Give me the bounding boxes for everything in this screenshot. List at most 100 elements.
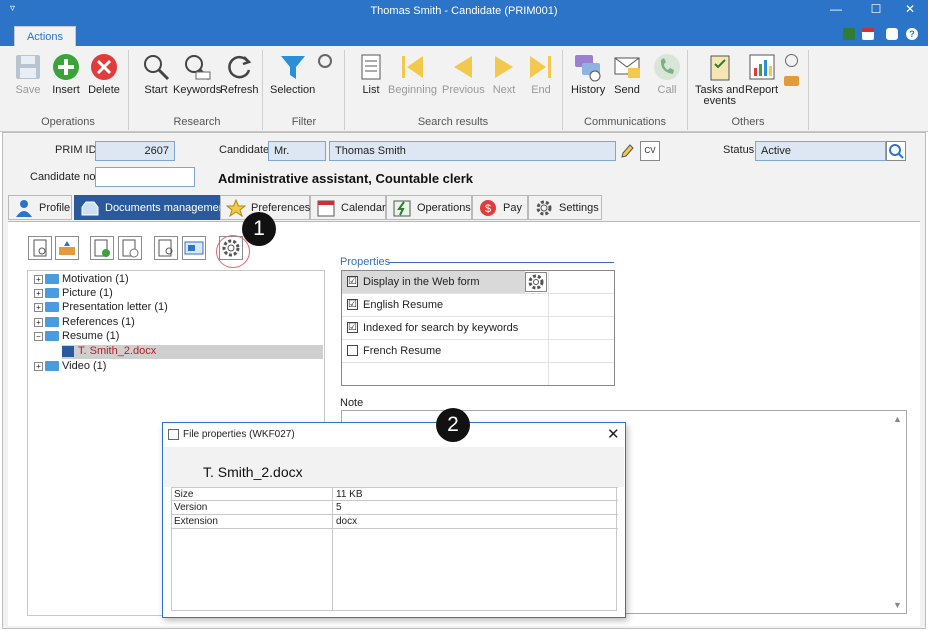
status-search-icon[interactable] bbox=[886, 141, 906, 161]
delete-button[interactable]: Delete bbox=[88, 52, 120, 96]
property-row[interactable]: ☑ Indexed for search by keywords bbox=[342, 317, 614, 340]
prim-id-label: PRIM ID bbox=[55, 144, 97, 156]
candidate-headline: Administrative assistant, Countable cler… bbox=[218, 171, 474, 186]
tab-profile[interactable]: Profile bbox=[8, 195, 72, 220]
cv-icon[interactable]: CV bbox=[640, 141, 660, 161]
table-row: Extension docx bbox=[172, 515, 618, 529]
group-label-research: Research bbox=[173, 116, 221, 128]
start-button[interactable]: Start bbox=[140, 52, 172, 96]
calendar-icon[interactable] bbox=[862, 28, 874, 40]
group-label-communications: Communications bbox=[584, 116, 666, 128]
checkbox[interactable]: ☑ bbox=[347, 299, 358, 310]
word-document-icon bbox=[62, 345, 74, 357]
tree-item[interactable]: + References (1) bbox=[34, 316, 135, 330]
prim-id-field[interactable]: 2607 bbox=[95, 141, 175, 161]
property-row[interactable]: ☑ Display in the Web form bbox=[342, 271, 614, 294]
tab-actions[interactable]: Actions bbox=[14, 26, 76, 46]
group-separator bbox=[262, 50, 263, 130]
candidate-name-field[interactable]: Thomas Smith bbox=[329, 141, 616, 161]
tree-item[interactable]: + Picture (1) bbox=[34, 287, 113, 301]
document-history-icon[interactable] bbox=[118, 236, 142, 260]
tree-item[interactable]: + Video (1) bbox=[34, 360, 106, 374]
close-window-button[interactable]: ✕ bbox=[900, 2, 920, 16]
candidate-no-field[interactable] bbox=[95, 167, 195, 187]
beginning-button[interactable]: Beginning bbox=[388, 52, 437, 96]
gear-icon bbox=[534, 199, 554, 217]
plus-icon bbox=[50, 52, 82, 82]
operations-icon bbox=[392, 199, 412, 217]
send-button[interactable]: Send bbox=[611, 52, 643, 96]
tab-calendar[interactable]: Calendar bbox=[310, 195, 386, 220]
scroll-up-icon[interactable]: ▲ bbox=[893, 414, 902, 424]
insert-button[interactable]: Insert bbox=[50, 52, 82, 96]
tab-settings[interactable]: Settings bbox=[528, 195, 602, 220]
title-bar: ▿ Thomas Smith - Candidate (PRIM001) — ☐… bbox=[0, 0, 928, 22]
scroll-down-icon[interactable]: ▼ bbox=[893, 600, 902, 610]
clipboard-checklist-icon bbox=[704, 52, 736, 82]
ribbon: Save Insert Delete Operations Start Keyw… bbox=[0, 46, 928, 132]
clock-icon[interactable] bbox=[785, 54, 798, 67]
checkbox[interactable] bbox=[347, 345, 358, 356]
filter-settings-gear-icon[interactable] bbox=[318, 54, 332, 68]
group-separator bbox=[808, 50, 809, 130]
svg-text:$: $ bbox=[485, 203, 491, 215]
folder-icon bbox=[45, 288, 59, 299]
tab-documents-management[interactable]: Documents management bbox=[74, 195, 228, 220]
dialog-app-icon bbox=[168, 429, 179, 440]
tree-item[interactable]: + Motivation (1) bbox=[34, 273, 129, 287]
property-row[interactable]: French Resume bbox=[342, 340, 614, 363]
tree-item[interactable]: − Resume (1) bbox=[34, 330, 119, 344]
group-separator bbox=[687, 50, 688, 130]
inbox-icon[interactable] bbox=[784, 76, 799, 86]
status-field[interactable]: Active bbox=[755, 141, 886, 161]
end-button[interactable]: End bbox=[525, 52, 557, 96]
history-chat-icon bbox=[572, 52, 604, 82]
note-label: Note bbox=[340, 397, 364, 409]
first-record-icon bbox=[396, 52, 428, 82]
call-button[interactable]: Call bbox=[651, 52, 683, 96]
add-document-icon[interactable] bbox=[90, 236, 114, 260]
calendar-tab-icon bbox=[316, 199, 336, 217]
previous-button[interactable]: Previous bbox=[442, 52, 485, 96]
checkbox[interactable]: ☑ bbox=[347, 322, 358, 333]
lock-icon[interactable] bbox=[886, 28, 898, 40]
property-row[interactable]: ☑ English Resume bbox=[342, 294, 614, 317]
selection-button[interactable]: Selection bbox=[270, 52, 315, 96]
table-row: Version 5 bbox=[172, 501, 618, 515]
view-document-icon[interactable] bbox=[28, 236, 52, 260]
keywords-button[interactable]: Keywords bbox=[173, 52, 221, 96]
tab-pay[interactable]: $ Pay bbox=[472, 195, 528, 220]
candidate-title-field[interactable]: Mr. bbox=[268, 141, 326, 161]
dialog-close-button[interactable]: ✕ bbox=[607, 425, 620, 443]
person-icon bbox=[14, 199, 34, 217]
last-record-icon bbox=[525, 52, 557, 82]
help-icon[interactable]: ? bbox=[906, 28, 918, 40]
open-tray-icon[interactable] bbox=[55, 236, 79, 260]
tree-item[interactable]: + Presentation letter (1) bbox=[34, 301, 168, 315]
magnifier-icon bbox=[140, 52, 172, 82]
calculator-icon[interactable] bbox=[843, 28, 855, 40]
refresh-button[interactable]: Refresh bbox=[220, 52, 259, 96]
next-button[interactable]: Next bbox=[488, 52, 520, 96]
report-button[interactable]: Report bbox=[745, 52, 778, 96]
delete-icon bbox=[88, 52, 120, 82]
refresh-icon bbox=[223, 52, 255, 82]
history-button[interactable]: History bbox=[571, 52, 605, 96]
preview-icon[interactable] bbox=[182, 236, 206, 260]
minimize-button[interactable]: — bbox=[826, 2, 846, 16]
save-button[interactable]: Save bbox=[12, 52, 44, 96]
search-document-icon[interactable] bbox=[154, 236, 178, 260]
star-icon bbox=[225, 198, 247, 218]
tasks-and-events-button[interactable]: Tasks and events bbox=[695, 52, 745, 107]
gear-icon[interactable] bbox=[525, 272, 547, 292]
tree-item-selected-file[interactable]: T. Smith_2.docx bbox=[62, 345, 323, 359]
list-button[interactable]: List bbox=[355, 52, 387, 96]
file-properties-dialog: File properties (WKF027) ✕ T. Smith_2.do… bbox=[162, 422, 626, 618]
pencil-icon[interactable] bbox=[620, 143, 634, 159]
tab-operations[interactable]: Operations bbox=[386, 195, 472, 220]
maximize-button[interactable]: ☐ bbox=[866, 2, 886, 16]
properties-divider bbox=[388, 262, 614, 263]
checkbox[interactable]: ☑ bbox=[347, 276, 358, 287]
status-label: Status bbox=[723, 144, 755, 156]
candidate-label: Candidate bbox=[219, 144, 270, 156]
